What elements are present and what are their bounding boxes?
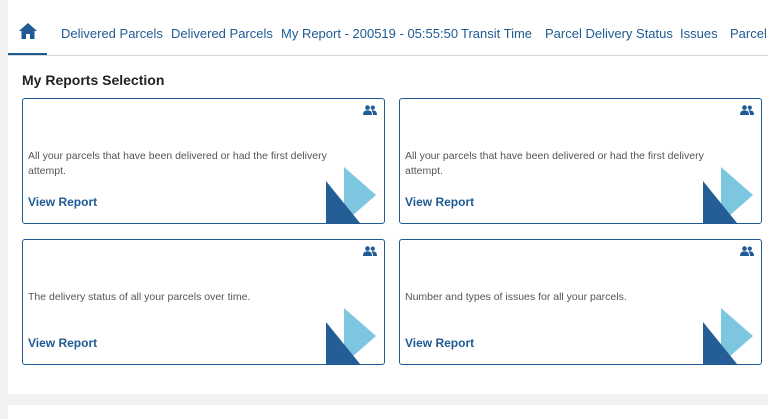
view-report-link[interactable]: View Report [28, 195, 97, 209]
report-card-4[interactable]: Number and types of issues for all your … [399, 239, 762, 365]
people-icon [740, 105, 754, 115]
report-description: All your parcels that have been delivere… [405, 150, 704, 177]
people-icon [363, 246, 377, 256]
tab-parcel-delivery-status[interactable]: Parcel Delivery Status [545, 26, 673, 41]
decor-triangles-icon [326, 167, 376, 223]
tab-transit-time[interactable]: Transit Time [461, 26, 532, 41]
people-icon [363, 105, 377, 115]
tab-parcel[interactable]: Parcel [730, 26, 767, 41]
report-description: The delivery status of all your parcels … [28, 291, 251, 303]
decor-triangles-icon [703, 308, 753, 364]
report-description: All your parcels that have been delivere… [28, 150, 327, 177]
section-title: My Reports Selection [22, 72, 165, 88]
home-icon [18, 23, 37, 39]
tab-bar: Delivered Parcels Delivered Parcels My R… [8, 0, 768, 56]
next-panel [8, 405, 768, 419]
reports-panel: My Reports Selection All your parcels th… [8, 56, 768, 394]
decor-triangles-icon [703, 167, 753, 223]
report-card-3[interactable]: The delivery status of all your parcels … [22, 239, 385, 365]
view-report-link[interactable]: View Report [405, 195, 474, 209]
people-icon [740, 246, 754, 256]
tab-my-report[interactable]: My Report - 200519 - 05:55:50 [281, 26, 458, 41]
report-card-2[interactable]: All your parcels that have been delivere… [399, 98, 762, 224]
report-card-1[interactable]: All your parcels that have been delivere… [22, 98, 385, 224]
home-tab[interactable] [8, 12, 47, 55]
report-description: Number and types of issues for all your … [405, 291, 627, 303]
tab-delivered-parcels-2[interactable]: Delivered Parcels [171, 26, 273, 41]
tab-delivered-parcels-1[interactable]: Delivered Parcels [61, 26, 163, 41]
view-report-link[interactable]: View Report [405, 336, 474, 350]
view-report-link[interactable]: View Report [28, 336, 97, 350]
tab-issues[interactable]: Issues [680, 26, 718, 41]
decor-triangles-icon [326, 308, 376, 364]
